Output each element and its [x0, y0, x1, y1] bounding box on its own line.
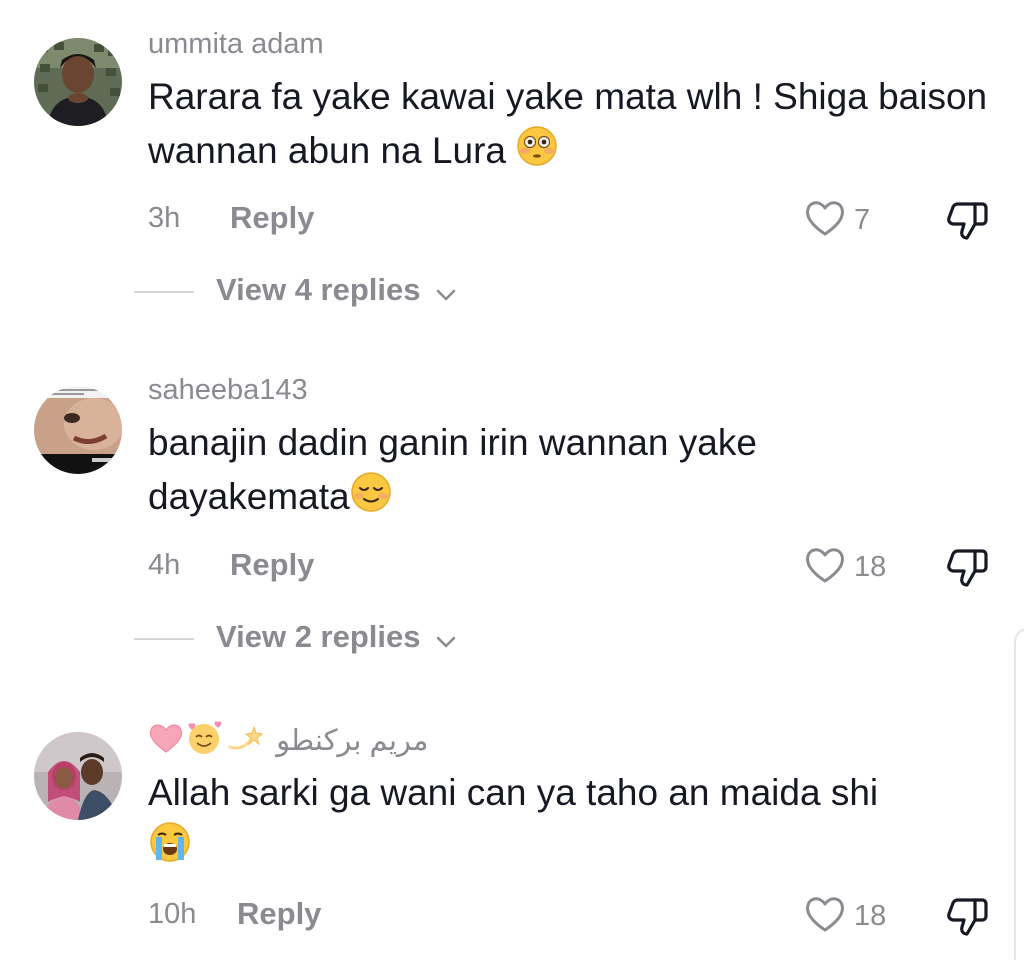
dizzy-icon [224, 721, 264, 763]
smiling-face-with-hearts-icon [184, 720, 224, 764]
dislike-icon[interactable] [945, 894, 991, 938]
comment-text-line [148, 820, 998, 879]
comment-item: مريم بركنطو Allah sarki ga wani can ya t… [0, 0, 1024, 952]
comment-username[interactable]: مريم بركنطو [148, 720, 428, 764]
reply-button[interactable]: Reply [237, 896, 321, 932]
like-heart-icon[interactable] [804, 894, 846, 934]
comment-time: 10h [148, 898, 197, 930]
pink-heart-icon [148, 722, 184, 762]
comment-meta: 10h Reply 18 [148, 894, 1008, 936]
comment-text: Allah sarki ga wani can ya taho an maida… [148, 766, 998, 879]
side-panel-edge [1014, 628, 1024, 960]
comment-username-text: مريم بركنطو [276, 724, 429, 757]
comment-text-body: Allah sarki ga wani can ya taho an maida… [148, 772, 879, 813]
like-count: 18 [854, 900, 887, 932]
avatar-image [34, 732, 122, 820]
avatar[interactable] [34, 732, 122, 820]
loudly-crying-face-icon [148, 820, 192, 879]
